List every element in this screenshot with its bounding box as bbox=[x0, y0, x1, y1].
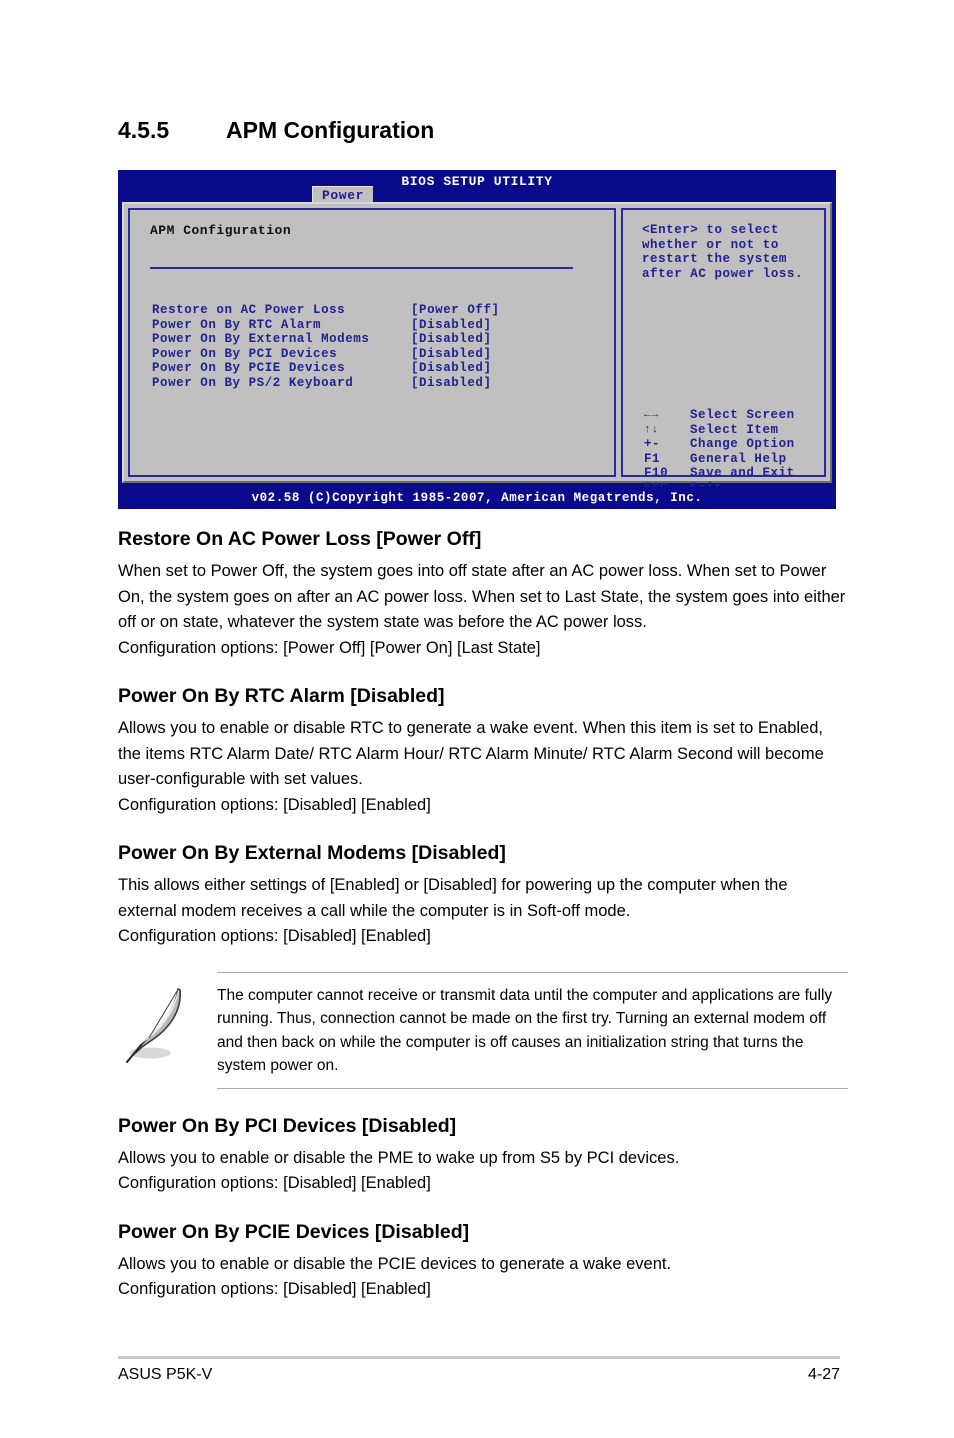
subsection-heading: Restore On AC Power Loss [Power Off] bbox=[118, 528, 482, 550]
help-line: <Enter> to select bbox=[642, 223, 779, 237]
section-divider bbox=[150, 267, 573, 269]
bios-help-panel: <Enter> to select whether or not to rest… bbox=[621, 208, 826, 495]
legend-label: Save and Exit bbox=[690, 466, 795, 480]
note-callout: The computer cannot receive or transmit … bbox=[118, 971, 848, 1089]
item-label: Restore on AC Power Loss bbox=[152, 303, 346, 317]
section-power-on-by-pcie-devices: Power On By PCIE Devices [Disabled] Allo… bbox=[118, 1221, 848, 1303]
bios-key-legend: ←→ Select Screen ↑↓ Select Item +- Chang… bbox=[632, 408, 795, 495]
item-label: Power On By PCI Devices bbox=[152, 346, 338, 361]
bios-item-power-on-by-rtc-alarm[interactable]: Power On By RTC Alarm [Disabled] bbox=[152, 318, 592, 333]
item-value[interactable]: [Power Off] bbox=[411, 303, 500, 318]
up-down-arrows-icon: ↑↓ bbox=[644, 423, 660, 436]
section-power-on-by-rtc-alarm: Power On By RTC Alarm [Disabled] Allows … bbox=[118, 685, 848, 818]
subsection-options: Configuration options: [Disabled] [Enabl… bbox=[118, 1280, 431, 1298]
help-line: after AC power loss. bbox=[642, 266, 804, 281]
subsection-heading: Power On By PCIE Devices [Disabled] bbox=[118, 1220, 470, 1243]
footer-divider bbox=[118, 1356, 840, 1359]
subsection-options: Configuration options: [Disabled] [Enabl… bbox=[118, 927, 431, 945]
item-value[interactable]: [Disabled] bbox=[411, 318, 492, 333]
bios-item-power-on-by-external-modems[interactable]: Power On By External Modems [Disabled] bbox=[152, 332, 592, 347]
bios-section-title: APM Configuration bbox=[150, 223, 292, 238]
bios-title: BIOS SETUP UTILITY bbox=[401, 174, 553, 189]
bios-body: APM Configuration Restore on AC Power Lo… bbox=[122, 202, 832, 495]
help-line: restart the system bbox=[642, 252, 787, 266]
subsection-heading: Power On By PCI Devices [Disabled] bbox=[118, 1114, 457, 1137]
section-title: APM Configuration bbox=[226, 117, 435, 143]
bios-copyright-footer: v02.58 (C)Copyright 1985-2007, American … bbox=[118, 487, 836, 509]
item-value[interactable]: [Disabled] bbox=[411, 332, 492, 347]
legend-row: ↑↓ Select Item bbox=[632, 423, 795, 438]
note-text: The computer cannot receive or transmit … bbox=[217, 986, 833, 1075]
help-line: whether or not to bbox=[642, 237, 779, 252]
subsection-paragraph: Allows you to enable or disable RTC to g… bbox=[118, 719, 824, 788]
plus-minus-icon: +- bbox=[644, 437, 661, 451]
bios-item-power-on-by-pcie-devices[interactable]: Power On By PCIE Devices [Disabled] bbox=[152, 361, 592, 376]
subsection-paragraph: Allows you to enable or disable the PME … bbox=[118, 1148, 680, 1167]
item-label: Power On By PCIE Devices bbox=[152, 361, 346, 375]
legend-row: +- Change Option bbox=[632, 437, 795, 452]
item-label: Power On By External Modems bbox=[152, 332, 370, 346]
bios-item-restore-on-ac-power-loss[interactable]: Restore on AC Power Loss [Power Off] bbox=[152, 303, 592, 318]
item-label: Power On By PS/2 Keyboard bbox=[152, 375, 354, 390]
bios-setup-window: BIOS SETUP UTILITY Power APM Configurati… bbox=[118, 170, 836, 509]
legend-label: General Help bbox=[690, 451, 787, 466]
document-body: Restore On AC Power Loss [Power Off] Whe… bbox=[118, 528, 848, 1327]
subsection-heading: Power On By External Modems [Disabled] bbox=[118, 842, 506, 864]
legend-row: ←→ Select Screen bbox=[632, 408, 795, 423]
page-title: 4.5.5 APM Configuration bbox=[118, 117, 434, 144]
section-power-on-by-external-modems: Power On By External Modems [Disabled] T… bbox=[118, 842, 848, 950]
subsection-paragraph: When set to Power Off, the system goes i… bbox=[118, 562, 846, 631]
bios-item-power-on-by-pci-devices[interactable]: Power On By PCI Devices [Disabled] bbox=[152, 347, 592, 362]
f10-key-icon: F10 bbox=[644, 466, 669, 480]
bios-item-list: Restore on AC Power Loss [Power Off] Pow… bbox=[152, 303, 592, 390]
section-number: 4.5.5 bbox=[118, 117, 170, 143]
legend-label: Select Screen bbox=[690, 408, 795, 422]
footer-product-name: ASUS P5K-V bbox=[118, 1366, 213, 1383]
section-power-on-by-pci-devices: Power On By PCI Devices [Disabled] Allow… bbox=[118, 1115, 848, 1197]
subsection-heading: Power On By RTC Alarm [Disabled] bbox=[118, 685, 445, 707]
item-value[interactable]: [Disabled] bbox=[411, 361, 492, 376]
section-restore-on-ac-power-loss: Restore On AC Power Loss [Power Off] Whe… bbox=[118, 528, 848, 661]
bios-item-power-on-by-ps2-keyboard[interactable]: Power On By PS/2 Keyboard [Disabled] bbox=[152, 376, 592, 391]
bios-titlebar: BIOS SETUP UTILITY Power bbox=[118, 170, 836, 205]
left-right-arrows-icon: ←→ bbox=[644, 409, 660, 421]
subsection-options: Configuration options: [Disabled] [Enabl… bbox=[118, 795, 431, 814]
subsection-options: Configuration options: [Power Off] [Powe… bbox=[118, 638, 541, 657]
quill-pen-icon bbox=[118, 984, 217, 1078]
bios-help-text: <Enter> to select whether or not to rest… bbox=[642, 223, 832, 281]
item-label: Power On By RTC Alarm bbox=[152, 317, 322, 332]
footer-page-number: 4-27 bbox=[807, 1366, 840, 1383]
legend-label: Change Option bbox=[690, 437, 795, 451]
legend-row: F1 General Help bbox=[632, 452, 795, 467]
legend-label: Select Item bbox=[690, 422, 779, 437]
bios-settings-panel: APM Configuration Restore on AC Power Lo… bbox=[128, 208, 616, 477]
item-value[interactable]: [Disabled] bbox=[411, 347, 492, 362]
item-value[interactable]: [Disabled] bbox=[411, 376, 492, 391]
subsection-paragraph: This allows either settings of [Enabled]… bbox=[118, 876, 788, 920]
subsection-options: Configuration options: [Disabled] [Enabl… bbox=[118, 1174, 431, 1192]
note-bottom-rule bbox=[217, 1087, 848, 1089]
legend-row: F10 Save and Exit bbox=[632, 466, 795, 481]
subsection-paragraph: Allows you to enable or disable the PCIE… bbox=[118, 1254, 672, 1273]
f1-key-icon: F1 bbox=[644, 451, 661, 466]
